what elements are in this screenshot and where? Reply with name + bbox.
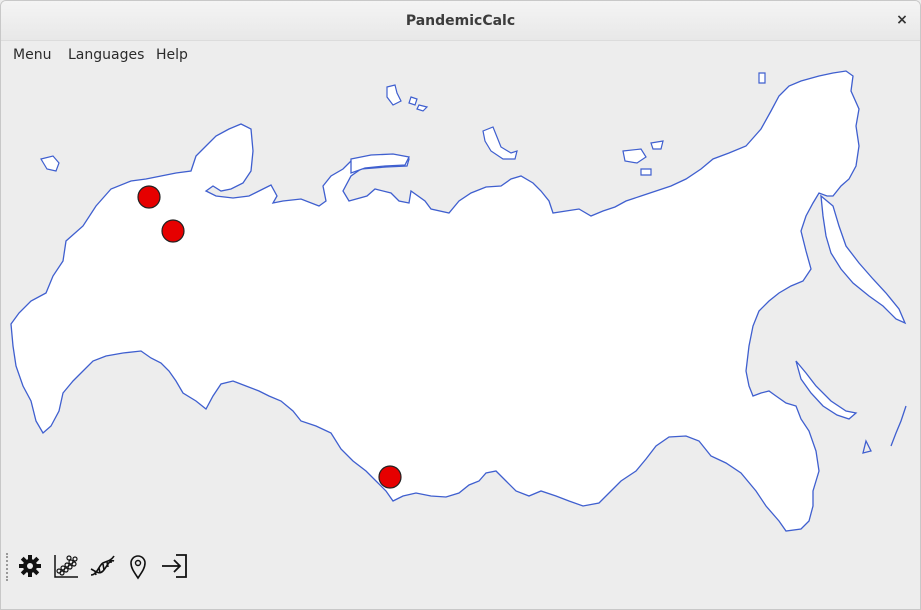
virus-dna-button[interactable] [87, 551, 117, 581]
sakhalin-outline [795, 360, 858, 420]
toolbar-handle[interactable] [6, 553, 8, 581]
map-view[interactable] [1, 61, 921, 541]
outbreak-marker-2[interactable] [161, 219, 185, 243]
arctic-island-7 [758, 72, 766, 84]
arctic-island-5 [386, 84, 402, 106]
arctic-island-6 [408, 96, 429, 112]
arctic-island-2 [622, 148, 647, 164]
kamchatka-outline [820, 194, 907, 325]
title-bar: PandemicCalc × [1, 1, 920, 41]
window-title: PandemicCalc [405, 13, 516, 29]
close-button[interactable]: × [894, 12, 910, 28]
exit-icon [162, 554, 187, 578]
bottom-toolbar [1, 549, 201, 583]
arctic-island-3 [650, 140, 664, 150]
arctic-island-1 [482, 126, 518, 160]
location-pin-icon [130, 555, 146, 580]
dna-icon [90, 555, 115, 576]
scatter-chart-icon [54, 555, 78, 578]
outbreak-marker-1[interactable] [137, 185, 161, 209]
novaya-zemlya-outline [350, 153, 410, 174]
arctic-island-4 [40, 155, 60, 172]
arctic-island-8 [640, 168, 652, 176]
settings-button[interactable] [15, 551, 45, 581]
russia-map[interactable] [1, 61, 921, 541]
exit-button[interactable] [159, 551, 189, 581]
app-window: PandemicCalc × Menu Languages Help [0, 0, 921, 610]
gear-icon [19, 555, 41, 577]
kuril-islands [862, 405, 907, 454]
location-button[interactable] [123, 551, 153, 581]
outbreak-marker-3[interactable] [378, 465, 402, 489]
russia-outline [10, 70, 860, 532]
statistics-button[interactable] [51, 551, 81, 581]
